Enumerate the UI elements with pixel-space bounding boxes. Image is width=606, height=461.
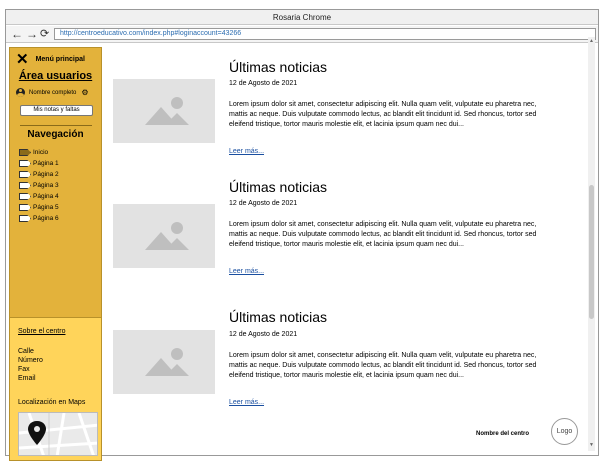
article-date: 12 de Agosto de 2021 — [229, 200, 298, 207]
news-article: Últimas noticias 12 de Agosto de 2021 Lo… — [99, 53, 586, 163]
sidebar: ✕ Menú principal Área usuarios Nombre co… — [9, 47, 102, 318]
reload-icon[interactable]: ⟳ — [40, 27, 49, 41]
window-title: Rosaria Chrome — [6, 10, 598, 25]
scrollbar[interactable]: ▲ ▼ — [588, 37, 595, 451]
nav-item-label: Página 2 — [33, 171, 59, 178]
read-more-link[interactable]: Leer más... — [229, 148, 264, 155]
nav-item-label: Inicio — [33, 149, 49, 156]
nav-item-label: Página 1 — [33, 160, 59, 167]
article-title: Últimas noticias — [229, 59, 328, 75]
article-body: Lorem ipsum dolor sit amet, consectetur … — [229, 221, 537, 248]
contact-info: Calle Número Fax Email — [18, 347, 43, 383]
nav-item-pagina-6[interactable]: Página 6 — [19, 213, 59, 224]
close-icon[interactable]: ✕ — [16, 52, 29, 67]
nav-item-pagina-4[interactable]: Página 4 — [19, 191, 59, 202]
about-link[interactable]: Sobre el centro — [18, 328, 65, 335]
nav-item-label: Página 6 — [33, 215, 59, 222]
nav-list: Inicio Página 1 Página 2 Página 3 Página… — [19, 147, 59, 224]
nav-title: Navegación — [27, 129, 84, 140]
email-text: Email — [18, 375, 36, 382]
tag-icon — [19, 182, 31, 189]
street-text: Calle — [18, 348, 34, 355]
image-placeholder-icon — [113, 204, 215, 268]
forward-arrow-icon[interactable]: → — [26, 27, 38, 41]
news-article: Últimas noticias 12 de Agosto de 2021 Lo… — [99, 173, 586, 283]
tag-icon — [19, 149, 31, 156]
map-graphic — [19, 413, 97, 455]
nav-item-pagina-2[interactable]: Página 2 — [19, 169, 59, 180]
tag-icon — [19, 171, 31, 178]
logo: Logo — [551, 418, 578, 445]
center-name: Nombre del centro — [476, 431, 530, 437]
article-date: 12 de Agosto de 2021 — [229, 331, 298, 338]
article-body: Lorem ipsum dolor sit amet, consectetur … — [229, 352, 537, 379]
menu-label: Menú principal — [35, 56, 85, 63]
menu-header[interactable]: ✕ Menú principal — [16, 52, 85, 67]
main-content: Últimas noticias 12 de Agosto de 2021 Lo… — [99, 37, 586, 451]
map-thumbnail[interactable] — [18, 412, 98, 456]
nav-item-label: Página 5 — [33, 204, 59, 211]
tag-icon — [19, 215, 31, 222]
tag-icon — [19, 193, 31, 200]
gear-icon[interactable]: ⚙ — [81, 88, 88, 97]
tag-icon — [19, 160, 31, 167]
sidebar-divider — [20, 125, 92, 126]
article-title: Últimas noticias — [229, 179, 328, 195]
nav-item-pagina-5[interactable]: Página 5 — [19, 202, 59, 213]
maps-label: Localización en Maps — [18, 399, 86, 406]
number-text: Número — [18, 357, 43, 364]
read-more-link[interactable]: Leer más... — [229, 399, 264, 406]
image-placeholder-icon — [113, 79, 215, 143]
user-name: Nombre completo — [29, 89, 77, 96]
grades-button[interactable]: Mis notas y faltas — [20, 105, 93, 116]
scroll-down-icon[interactable]: ▼ — [588, 442, 595, 448]
article-title: Últimas noticias — [229, 309, 328, 325]
scrollbar-thumb[interactable] — [589, 185, 594, 319]
nav-item-pagina-3[interactable]: Página 3 — [19, 180, 59, 191]
nav-item-inicio[interactable]: Inicio — [19, 147, 59, 158]
article-date: 12 de Agosto de 2021 — [229, 80, 298, 87]
user-avatar-icon — [16, 88, 25, 97]
tag-icon — [19, 204, 31, 211]
sidebar-footer: Sobre el centro Calle Número Fax Email L… — [9, 318, 102, 461]
fax-text: Fax — [18, 366, 30, 373]
nav-item-pagina-1[interactable]: Página 1 — [19, 158, 59, 169]
map-pin-icon — [28, 421, 46, 445]
scroll-up-icon[interactable]: ▲ — [588, 38, 595, 44]
back-arrow-icon[interactable]: ← — [11, 27, 23, 41]
news-article: Últimas noticias 12 de Agosto de 2021 Lo… — [99, 303, 586, 413]
article-body: Lorem ipsum dolor sit amet, consectetur … — [229, 101, 537, 128]
image-placeholder-icon — [113, 330, 215, 394]
nav-item-label: Página 3 — [33, 182, 59, 189]
user-row: Nombre completo ⚙ — [16, 88, 89, 97]
area-title[interactable]: Área usuarios — [10, 70, 101, 82]
read-more-link[interactable]: Leer más... — [229, 268, 264, 275]
nav-item-label: Página 4 — [33, 193, 59, 200]
